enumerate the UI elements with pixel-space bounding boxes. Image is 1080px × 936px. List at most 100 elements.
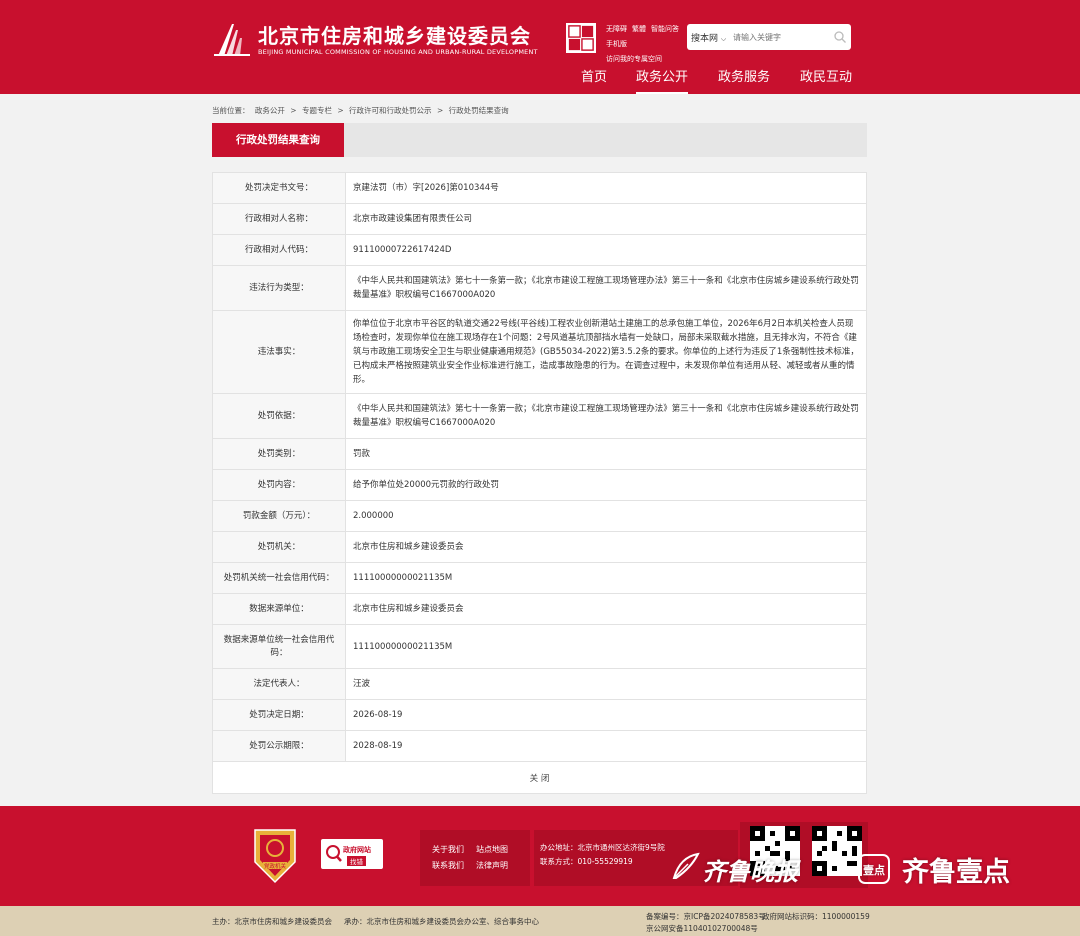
gov-site-text: 政府网站 (343, 846, 371, 854)
smart-qa-link[interactable]: 智能问答 (651, 25, 679, 33)
field-value: 《中华人民共和国建筑法》第七十一条第一款；《北京市建设工程施工现场管理办法》第三… (353, 276, 859, 300)
magnifier-icon (326, 845, 342, 862)
field-label: 行政相对人名称： (213, 204, 346, 234)
breadcrumb-item-gov-affairs[interactable]: 政务公开 (255, 106, 285, 115)
field-label: 处罚内容： (213, 470, 346, 500)
field-label: 处罚公示期限： (213, 731, 346, 761)
feather-icon (672, 852, 700, 879)
footer-link-legal[interactable]: 法律声明 (476, 860, 508, 871)
gov-site-sub: 找错 (347, 856, 366, 866)
table-row: 处罚公示期限： 2028-08-19 (213, 731, 866, 762)
nav-gov-services[interactable]: 政务服务 (718, 66, 770, 94)
table-row: 处罚机关统一社会信用代码： 11110000000021135M (213, 563, 866, 594)
commission-logo-icon[interactable] (212, 20, 252, 60)
table-row: 处罚决定日期： 2026-08-19 (213, 700, 866, 731)
field-value: 罚款 (353, 449, 371, 459)
table-row: 法定代表人： 汪波 (213, 669, 866, 700)
close-button[interactable]: 关 闭 (213, 762, 866, 793)
field-label: 数据来源单位统一社会信用代码： (213, 625, 346, 668)
field-value: 给予你单位处20000元罚款的行政处罚 (353, 480, 500, 490)
watermark-badge: 壹点 (858, 854, 890, 884)
field-value: 2026-08-19 (353, 710, 403, 720)
breadcrumb: 当前位置： 政务公开 > 专题专栏 > 行政许可和行政处罚公示 > 行政处罚结果… (212, 105, 512, 116)
field-value: 你单位位于北京市平谷区的轨道交通22号线(平谷线)工程农业创新港站土建施工的总承… (353, 319, 859, 385)
field-value: 91110000722617424D (353, 245, 452, 255)
table-row: 数据来源单位统一社会信用代码： 11110000000021135M (213, 625, 866, 669)
search-input[interactable] (733, 29, 827, 45)
field-value: 《中华人民共和国建筑法》第七十一条第一款；《北京市建设工程施工现场管理办法》第三… (353, 404, 859, 428)
breadcrumb-prefix: 当前位置： (212, 106, 250, 115)
section-title: 行政处罚结果查询 (212, 123, 344, 157)
field-value: 2028-08-19 (353, 741, 403, 751)
footer-link-sitemap[interactable]: 站点地图 (476, 844, 508, 855)
footer-link-contact[interactable]: 联系我们 (432, 860, 464, 871)
personal-space-link[interactable]: 访问我的专属空间 (606, 55, 662, 63)
table-row: 处罚类别： 罚款 (213, 439, 866, 470)
party-gov-badge-icon[interactable]: 党政机关 (251, 826, 299, 884)
field-label: 法定代表人： (213, 669, 346, 699)
chevron-down-icon: ⌵ (720, 35, 727, 43)
table-row: 处罚机关： 北京市住房和城乡建设委员会 (213, 532, 866, 563)
table-row: 数据来源单位： 北京市住房和城乡建设委员会 (213, 594, 866, 625)
field-value: 11110000000021135M (353, 573, 453, 583)
table-row: 违法行为类型： 《中华人民共和国建筑法》第七十一条第一款；《北京市建设工程施工现… (213, 266, 866, 311)
watermark-brand: 齐鲁晚报 (702, 858, 798, 886)
top-links: 无障碍 繁體 智能问答 手机版访问我的专属空间 (606, 22, 686, 67)
breadcrumb-separator: > (436, 106, 444, 115)
search-scope-select[interactable]: 搜本网 ⌵ (691, 31, 726, 44)
site-title[interactable]: 北京市住房和城乡建设委员会 (258, 20, 531, 49)
field-label: 罚款金额（万元）： (213, 501, 346, 531)
footer-icp[interactable]: 备案编号：京ICP备2024078583号 (646, 911, 766, 922)
field-label: 处罚决定书文号： (213, 173, 346, 203)
field-label: 违法事实： (213, 311, 346, 393)
field-value: 京建法罚（市）字[2026]第010344号 (353, 183, 499, 193)
footer-address: 办公地址：北京市通州区达济街9号院 (540, 843, 665, 852)
penalty-record-table: 处罚决定书文号： 京建法罚（市）字[2026]第010344号 行政相对人名称：… (212, 172, 867, 794)
footer-organizer: 承办：北京市住房和城乡建设委员会办公室、综合事务中心 (344, 917, 539, 926)
close-row: 关 闭 (213, 762, 866, 793)
nav-home[interactable]: 首页 (581, 66, 607, 94)
nav-interaction[interactable]: 政民互动 (800, 66, 852, 94)
breadcrumb-item-topics[interactable]: 专题专栏 (302, 106, 332, 115)
footer-phone: 联系方式：010-55529919 (540, 857, 633, 866)
footer-police-record[interactable]: 京公网安备11040102700048号 (646, 923, 758, 934)
search-box: 搜本网 ⌵ (687, 24, 851, 50)
watermark-app-name: 齐鲁壹点 (902, 857, 1010, 888)
field-label: 处罚决定日期： (213, 700, 346, 730)
breadcrumb-separator: > (290, 106, 297, 115)
field-value: 汪波 (353, 679, 371, 689)
accessibility-link[interactable]: 无障碍 (606, 25, 627, 33)
capital-beijing-logo-icon[interactable] (566, 23, 596, 53)
traditional-link[interactable]: 繁體 (632, 25, 646, 33)
mobile-link[interactable]: 手机版 (606, 40, 627, 48)
table-row: 行政相对人名称： 北京市政建设集团有限责任公司 (213, 204, 866, 235)
breadcrumb-item-current[interactable]: 行政处罚结果查询 (449, 106, 509, 115)
media-watermark: 齐鲁晚报 壹点 齐鲁壹点 (668, 842, 1040, 902)
field-label: 违法行为类型： (213, 266, 346, 310)
section-header: 行政处罚结果查询 (212, 123, 867, 157)
gov-site-error-link[interactable]: 政府网站 找错 (321, 839, 383, 869)
footer-sponsor: 主办：北京市住房和城乡建设委员会 (212, 917, 332, 926)
nav-gov-affairs[interactable]: 政务公开 (636, 66, 689, 94)
field-label: 数据来源单位： (213, 594, 346, 624)
field-label: 行政相对人代码： (213, 235, 346, 265)
party-badge-text: 党政机关 (264, 862, 287, 870)
field-label: 处罚依据： (213, 394, 346, 438)
search-icon[interactable] (833, 30, 847, 44)
breadcrumb-separator: > (337, 106, 344, 115)
table-row: 行政相对人代码： 91110000722617424D (213, 235, 866, 266)
field-label: 处罚机关： (213, 532, 346, 562)
field-value: 北京市住房和城乡建设委员会 (353, 542, 464, 552)
footer-link-about[interactable]: 关于我们 (432, 844, 464, 855)
field-label: 处罚机关统一社会信用代码： (213, 563, 346, 593)
table-row: 处罚依据： 《中华人民共和国建筑法》第七十一条第一款；《北京市建设工程施工现场管… (213, 394, 866, 439)
field-value: 11110000000021135M (353, 641, 453, 652)
footer-links: 关于我们 站点地图 联系我们 法律声明 (420, 830, 530, 886)
field-value: 北京市政建设集团有限责任公司 (353, 214, 473, 224)
table-row: 罚款金额（万元）： 2.000000 (213, 501, 866, 532)
site-subtitle: BEIJING MUNICIPAL COMMISSION OF HOUSING … (258, 48, 538, 56)
breadcrumb-item-permits[interactable]: 行政许可和行政处罚公示 (349, 106, 432, 115)
table-row: 违法事实： 你单位位于北京市平谷区的轨道交通22号线(平谷线)工程农业创新港站土… (213, 311, 866, 394)
site-header: 北京市住房和城乡建设委员会 BEIJING MUNICIPAL COMMISSI… (0, 0, 1080, 94)
field-value: 2.000000 (353, 511, 394, 521)
